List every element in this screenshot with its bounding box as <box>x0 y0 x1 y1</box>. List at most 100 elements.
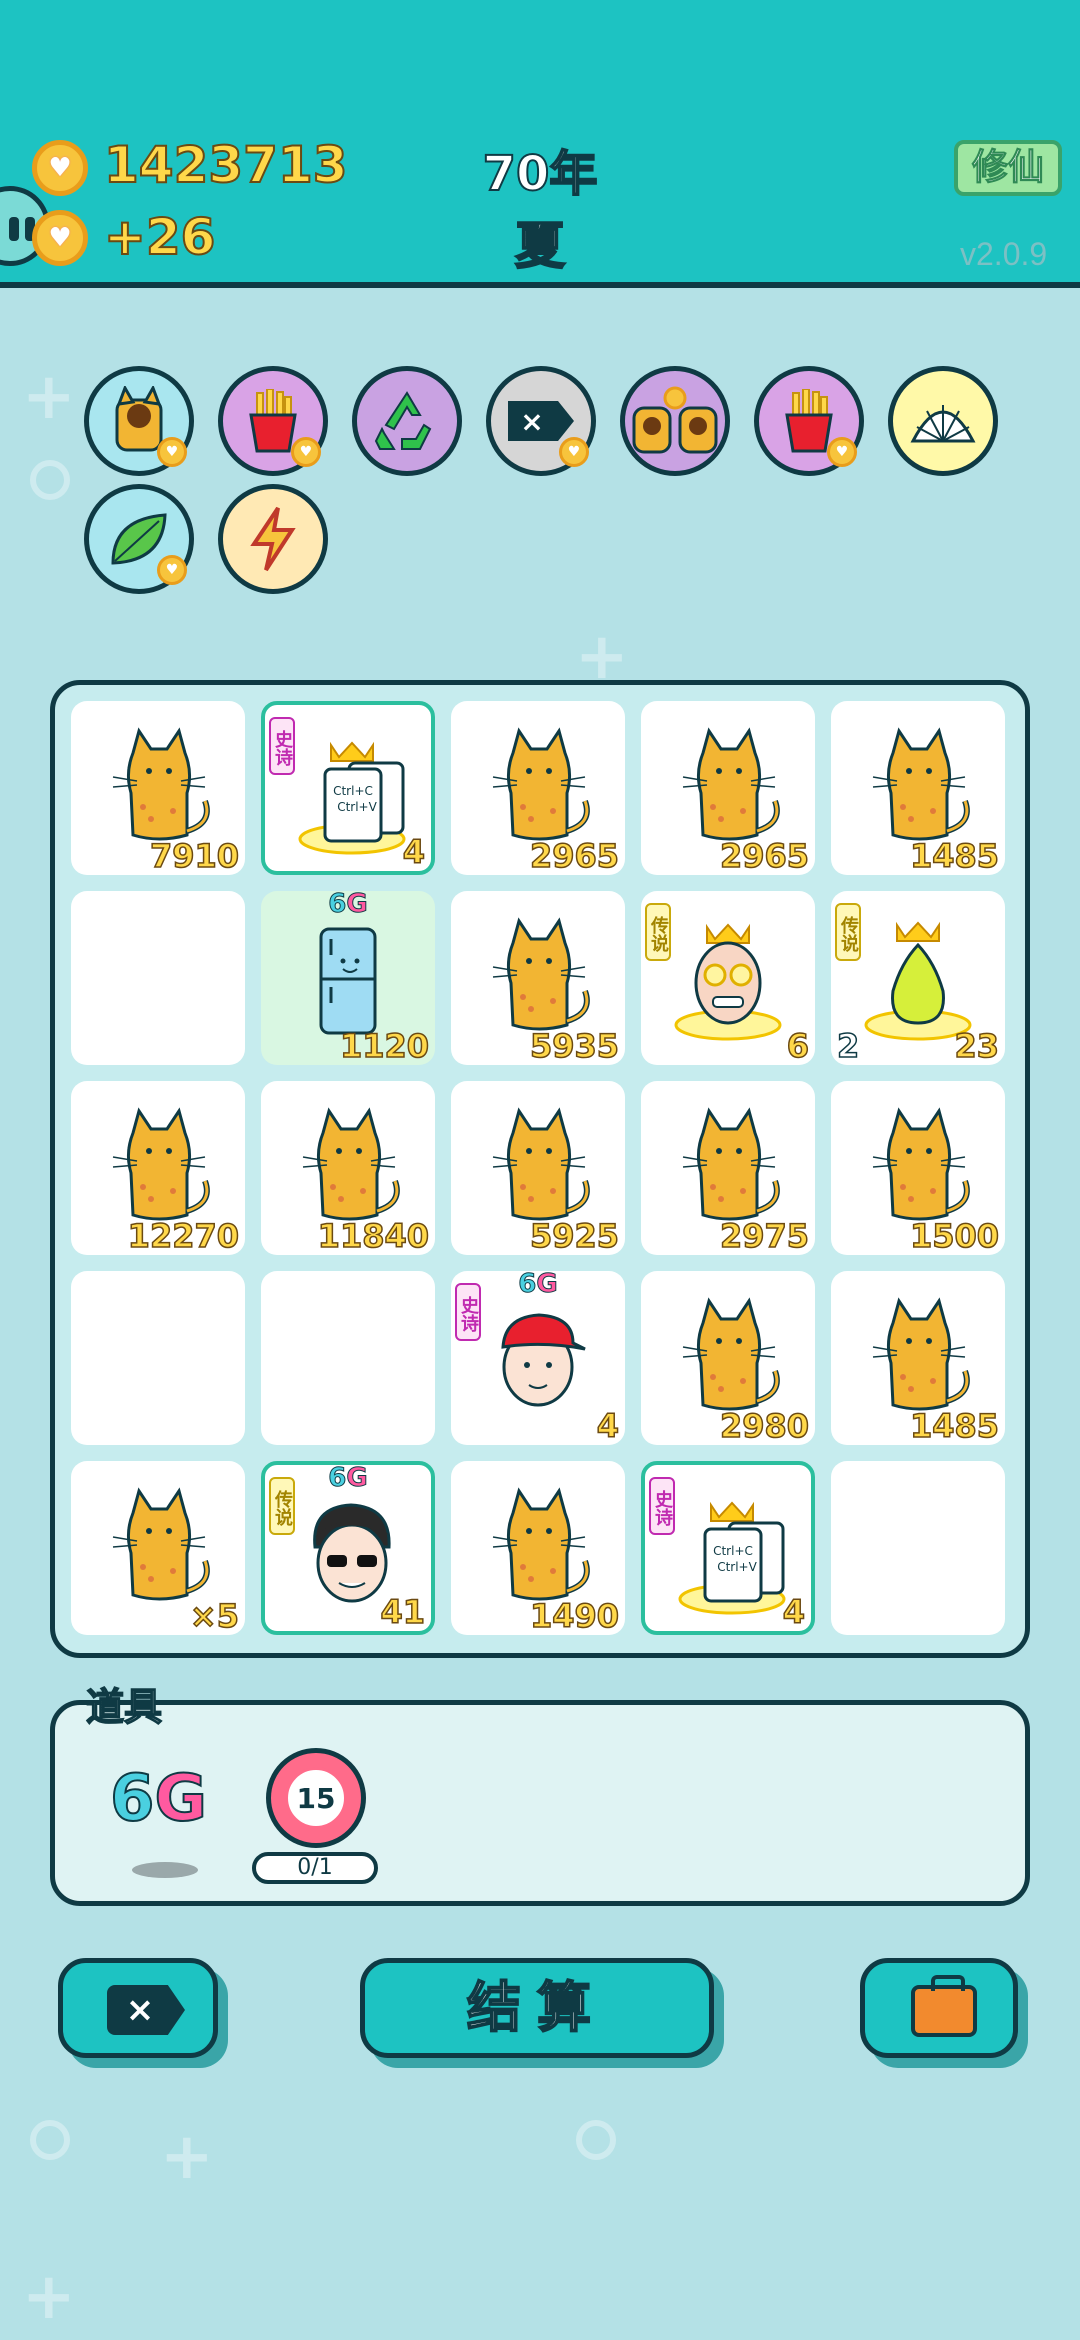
pear-icon <box>864 921 972 1041</box>
cell-count: 5935 <box>529 1026 620 1066</box>
copy-paste-icon: Ctrl+C Ctrl+V <box>678 1501 786 1615</box>
cell-count: 4 <box>782 1592 806 1632</box>
board-cell-cat[interactable]: 2965 <box>451 701 625 876</box>
item-6g-letter: G <box>154 1761 209 1837</box>
cell-count: 4 <box>596 1406 620 1446</box>
relic-remove-tag[interactable]: × ♥ <box>486 366 596 476</box>
cat-icon <box>872 1297 970 1411</box>
board-cell-empty[interactable] <box>831 1461 1005 1635</box>
board-cell-pear[interactable]: 传说 2 23 <box>831 891 1005 1066</box>
recycle-icon <box>374 391 432 450</box>
cell-count: 41 <box>380 1592 426 1632</box>
relic-lightning[interactable] <box>218 484 328 594</box>
board-cell-copy-paste[interactable]: Ctrl+C Ctrl+V 史诗 4 <box>261 701 435 875</box>
copy-paste-icon: Ctrl+C Ctrl+V <box>298 741 406 855</box>
cat-icon <box>872 1107 970 1221</box>
grandpa-icon <box>674 923 782 1041</box>
board-cell-boy-red-hat[interactable]: 6G 史诗 4 <box>451 1269 625 1446</box>
item-6g[interactable]: 6G <box>109 1761 209 1837</box>
svg-text:×: × <box>520 405 543 438</box>
season-label: 夏 <box>514 216 566 276</box>
settle-button[interactable]: 结算 <box>360 1958 714 2058</box>
paste-label: Ctrl+V <box>717 1560 757 1574</box>
board-cell-sunglasses-man[interactable]: 6G 传说 41 <box>261 1461 435 1635</box>
items-title: 道具 <box>85 1684 163 1730</box>
cell-count: 4 <box>402 832 426 872</box>
cell-sub-count: 2 <box>836 1026 860 1066</box>
coin-income: +26 <box>103 207 216 267</box>
cat-icon <box>112 1107 210 1221</box>
board-cell-grandpa[interactable]: 传说 6 <box>641 891 815 1066</box>
coin-total: 1423713 <box>103 135 349 195</box>
relic-shell[interactable] <box>888 366 998 476</box>
shell-icon <box>910 405 976 443</box>
rarity-tag: 传说 <box>835 903 861 961</box>
cell-count: 1120 <box>339 1026 430 1066</box>
relic-cat-head[interactable]: ♥ <box>84 366 194 476</box>
cat-icon <box>492 1487 590 1601</box>
copy-label: Ctrl+C <box>713 1544 753 1558</box>
cat-icon <box>682 1107 780 1221</box>
board-cell-cat[interactable]: 7910 <box>71 701 245 876</box>
cell-count: 1485 <box>909 836 1000 876</box>
cultivation-button[interactable]: 修仙 <box>954 140 1062 196</box>
rarity-tag: 史诗 <box>455 1283 481 1341</box>
board-cell-copy-paste[interactable]: Ctrl+C Ctrl+V 史诗 4 <box>641 1461 815 1635</box>
item-6g-shadow <box>132 1862 198 1878</box>
relic-recycle[interactable] <box>352 366 462 476</box>
remove-button[interactable]: × <box>58 1958 218 2058</box>
boy-red-hat-icon <box>501 1313 586 1407</box>
cat-icon <box>112 727 210 841</box>
board-cell-cat[interactable]: 2965 <box>641 701 815 876</box>
cat-icon <box>302 1107 400 1221</box>
relic-fries[interactable]: ♥ <box>218 366 328 476</box>
board-cell-cat[interactable]: 5935 <box>451 891 625 1066</box>
cat-icon <box>492 1107 590 1221</box>
board-cell-cat[interactable]: 2975 <box>641 1081 815 1256</box>
cell-count: 2975 <box>719 1216 810 1256</box>
board-cell-cat[interactable]: 1485 <box>831 1271 1005 1446</box>
relic-fries[interactable]: ♥ <box>754 366 864 476</box>
top-bar: 1423713 +26 70年 夏 修仙 v2.0.9 <box>0 0 1080 288</box>
bag-button[interactable] <box>860 1958 1018 2058</box>
cell-count: ×5 <box>189 1596 240 1636</box>
board-cell-cat[interactable]: 11840 <box>261 1081 435 1256</box>
cell-count: 7910 <box>149 836 240 876</box>
cell-count: 11840 <box>317 1216 430 1256</box>
cell-count: 1490 <box>529 1596 620 1636</box>
item-target[interactable]: 15 <box>266 1748 366 1848</box>
board-cell-cat[interactable]: 2980 <box>641 1271 815 1446</box>
board-cell-cat[interactable]: 1490 <box>451 1461 625 1636</box>
rarity-tag: 传说 <box>269 1477 295 1535</box>
target-value: 15 <box>285 1767 347 1829</box>
relic-twin-cats[interactable] <box>620 366 730 476</box>
remove-tag-icon: × <box>508 401 574 441</box>
cat-icon <box>682 727 780 841</box>
board-cell-cat[interactable]: ×5 <box>71 1461 245 1636</box>
cell-count: 2980 <box>719 1406 810 1446</box>
cat-icon <box>492 917 590 1031</box>
copy-label: Ctrl+C <box>333 784 373 798</box>
paste-label: Ctrl+V <box>337 800 377 814</box>
cell-count: 1500 <box>909 1216 1000 1256</box>
board-cell-cat[interactable]: 1500 <box>831 1081 1005 1256</box>
board-cell-empty[interactable] <box>261 1271 435 1445</box>
coin-icon <box>32 140 88 196</box>
heart-badge-icon: ♥ <box>291 437 321 467</box>
bg-plus: + <box>22 360 76 434</box>
board-cell-fridge[interactable]: 6G 1120 <box>261 889 435 1066</box>
board-cell-cat[interactable]: 12270 <box>71 1081 245 1256</box>
board-cell-cat[interactable]: 1485 <box>831 701 1005 876</box>
board-cell-empty[interactable] <box>71 891 245 1065</box>
cat-icon <box>112 1487 210 1601</box>
6g-badge: 6G <box>328 889 368 920</box>
board-cell-cat[interactable]: 5925 <box>451 1081 625 1256</box>
settle-label: 结算 <box>466 1975 607 2040</box>
coin-income-icon <box>32 210 88 266</box>
rarity-tag: 史诗 <box>649 1477 675 1535</box>
rarity-tag: 传说 <box>645 903 671 961</box>
relic-leaf[interactable]: ♥ <box>84 484 194 594</box>
target-progress: 0/1 <box>252 1852 378 1884</box>
bg-ring <box>30 460 70 500</box>
board-cell-empty[interactable] <box>71 1271 245 1445</box>
